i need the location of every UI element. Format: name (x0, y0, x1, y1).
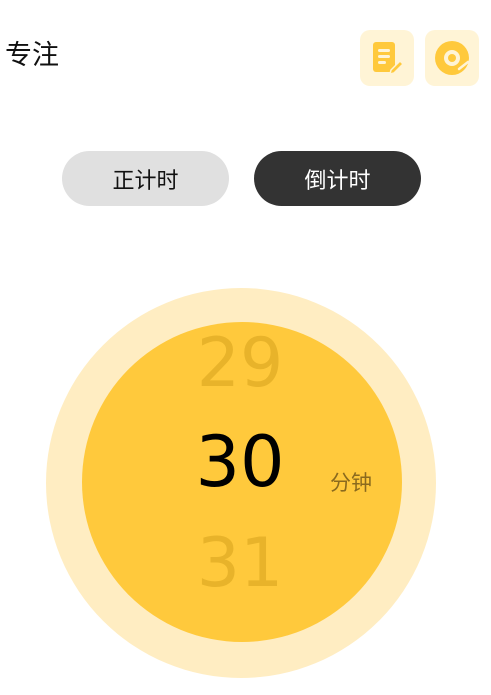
next-minute-value[interactable]: 31 (150, 530, 330, 598)
notes-line-2 (378, 55, 390, 58)
count-up-label: 正计时 (112, 168, 179, 194)
count-up-button[interactable]: 正计时 (62, 151, 229, 206)
count-down-label: 倒计时 (304, 168, 371, 194)
notes-line-3 (378, 61, 386, 64)
page-title: 专注 (5, 40, 59, 71)
selected-minute-value[interactable]: 30 (150, 427, 330, 497)
previous-minute-value[interactable]: 29 (150, 330, 330, 398)
notes-line-1 (378, 49, 390, 52)
notes-button[interactable] (360, 30, 414, 86)
count-down-button[interactable]: 倒计时 (254, 151, 421, 206)
focus-timer-screen: 专注 正计时 倒计时 29 30 31 分钟 (0, 0, 491, 695)
minutes-unit-label: 分钟 (330, 471, 372, 495)
music-button[interactable] (425, 30, 479, 86)
notes-edit-icon (373, 42, 405, 76)
record-disc-icon (435, 41, 470, 75)
disc-center (448, 54, 456, 62)
